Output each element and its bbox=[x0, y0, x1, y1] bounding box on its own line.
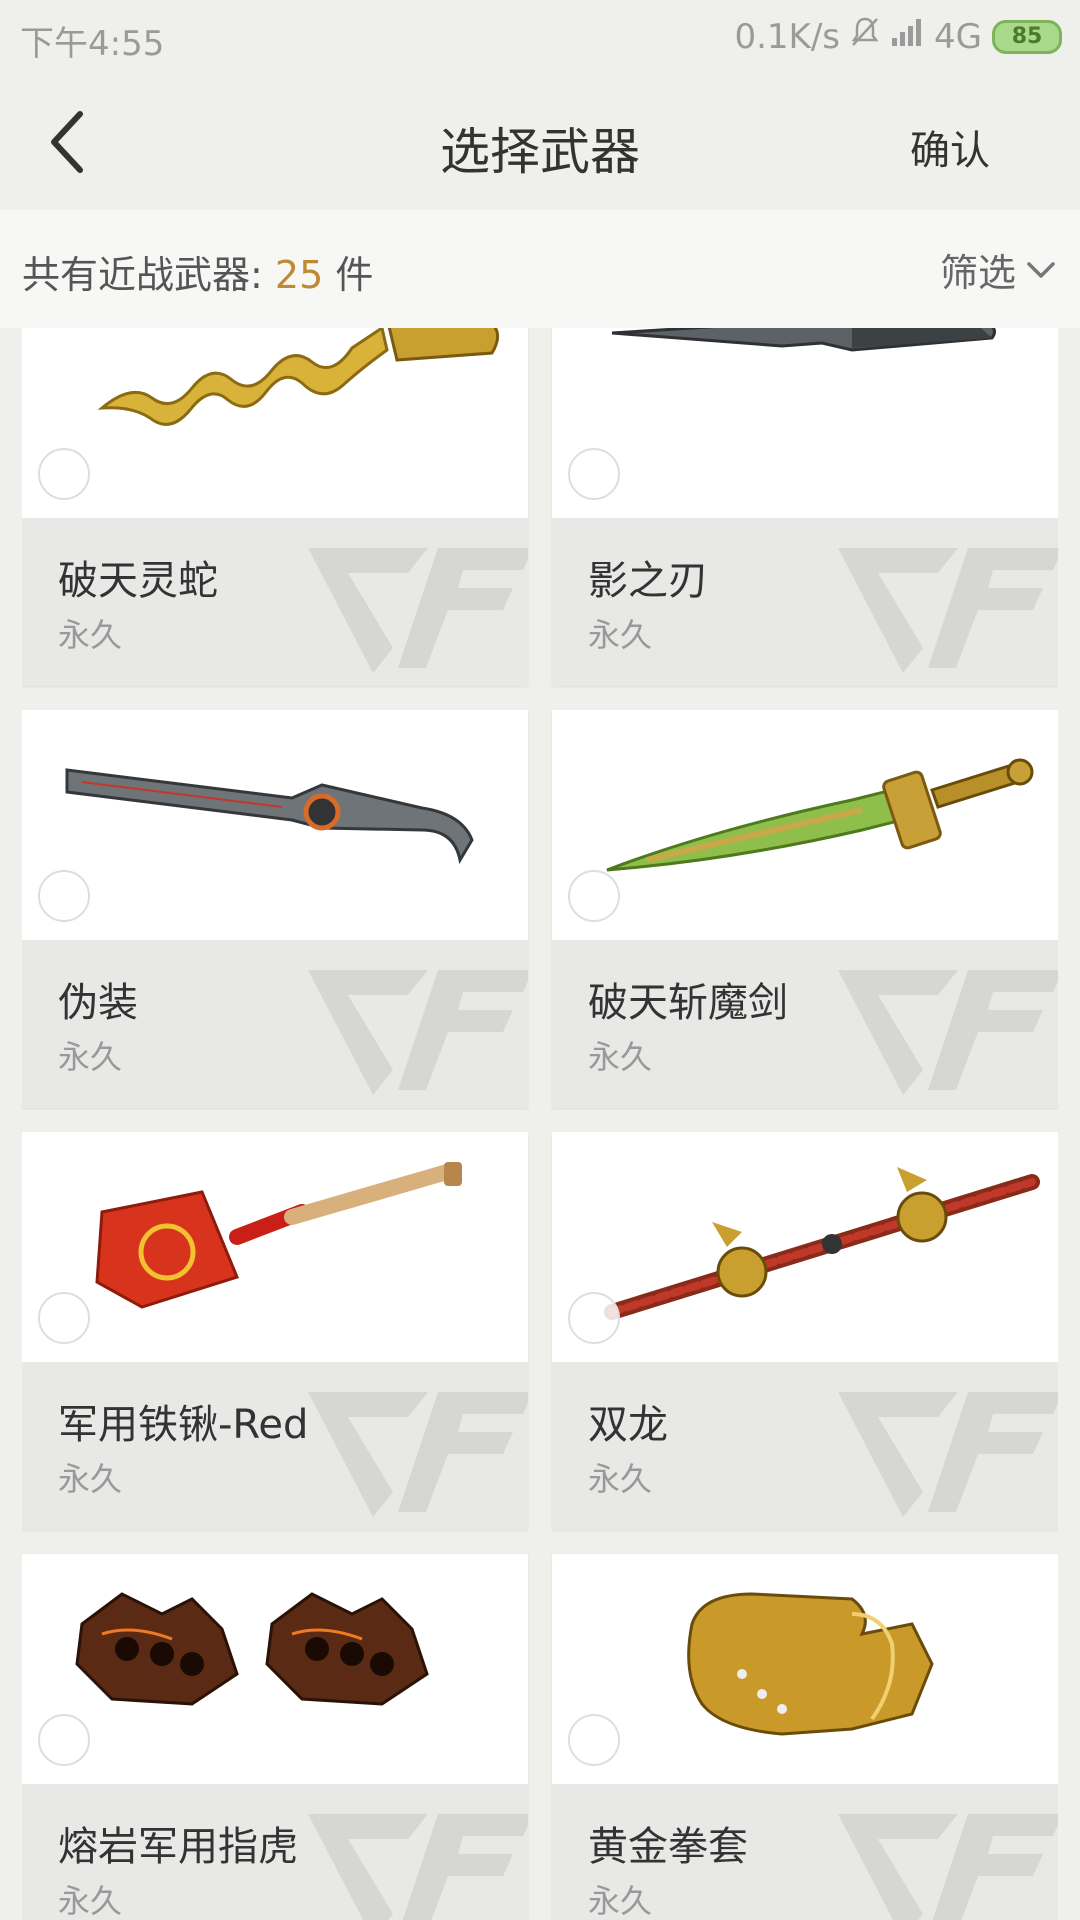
nav-bar: 选择武器 确认 bbox=[0, 74, 1080, 210]
cf-logo-watermark bbox=[308, 1814, 528, 1920]
weapon-card[interactable]: 军用铁锹-Red 永久 bbox=[22, 1132, 528, 1530]
select-radio[interactable] bbox=[568, 1292, 620, 1344]
weapon-image bbox=[22, 710, 528, 940]
count-unit: 件 bbox=[335, 253, 374, 297]
signal-icon bbox=[890, 16, 924, 57]
count-label: 共有近战武器: bbox=[22, 253, 263, 297]
weapon-image bbox=[552, 328, 1058, 518]
network-speed: 0.1K/s bbox=[734, 16, 841, 57]
weapon-name: 双龙 bbox=[588, 1402, 668, 1448]
weapon-info: 伪装 永久 bbox=[22, 940, 528, 1108]
status-icons: 0.1K/s 4G 85 bbox=[734, 16, 1062, 57]
weapon-name: 破天灵蛇 bbox=[58, 558, 218, 604]
cf-logo-watermark bbox=[838, 1814, 1058, 1920]
weapon-image bbox=[552, 1132, 1058, 1362]
cf-logo-watermark bbox=[308, 548, 528, 673]
weapon-grid: 破天灵蛇 永久 影之刃 永久 伪装 永久 破天斩魔剑 永久 军用铁锹-Red 永久 双龙 永久 熔岩军用… bbox=[22, 328, 1058, 1920]
weapon-name: 伪装 bbox=[58, 980, 138, 1026]
weapon-card[interactable]: 熔岩军用指虎 永久 bbox=[22, 1554, 528, 1920]
status-time: 下午4:55 bbox=[20, 24, 165, 64]
select-radio[interactable] bbox=[568, 448, 620, 500]
weapon-duration: 永久 bbox=[58, 1460, 123, 1498]
cf-logo-watermark bbox=[308, 1392, 528, 1517]
weapon-image bbox=[22, 328, 528, 518]
weapon-grid-inner: 破天灵蛇 永久 影之刃 永久 伪装 永久 破天斩魔剑 永久 军用铁锹-Red 永久 双龙 永久 熔岩军用… bbox=[22, 328, 1058, 1920]
cf-logo-watermark bbox=[838, 1392, 1058, 1517]
weapon-image bbox=[22, 1132, 528, 1362]
weapon-duration: 永久 bbox=[58, 1882, 123, 1920]
cf-logo-watermark bbox=[838, 548, 1058, 673]
golden-serpent-blade-icon bbox=[97, 328, 500, 426]
weapon-duration: 永久 bbox=[58, 1038, 123, 1076]
select-radio[interactable] bbox=[38, 870, 90, 922]
weapon-name: 熔岩军用指虎 bbox=[58, 1824, 298, 1870]
lava-knuckles-icon bbox=[75, 1592, 429, 1706]
network-type: 4G bbox=[934, 16, 982, 57]
weapon-image bbox=[552, 710, 1058, 940]
dark-knife-icon bbox=[611, 328, 996, 352]
confirm-button[interactable]: 确认 bbox=[910, 118, 990, 176]
weapon-info: 军用铁锹-Red 永久 bbox=[22, 1362, 528, 1530]
summary-row: 共有近战武器: 25 件 筛选 bbox=[0, 210, 1080, 328]
weapon-name: 影之刃 bbox=[588, 558, 708, 604]
chevron-down-icon bbox=[1027, 261, 1055, 278]
hooked-machete-icon bbox=[65, 768, 474, 865]
red-shovel-icon bbox=[95, 1162, 462, 1309]
weapon-info: 双龙 永久 bbox=[552, 1362, 1058, 1530]
weapon-info: 影之刃 永久 bbox=[552, 518, 1058, 686]
select-radio[interactable] bbox=[38, 1292, 90, 1344]
status-bar: 下午4:55 0.1K/s 4G 85 bbox=[0, 0, 1080, 74]
weapon-duration: 永久 bbox=[588, 1038, 653, 1076]
weapon-name: 军用铁锹-Red bbox=[58, 1402, 309, 1448]
weapon-info: 熔岩军用指虎 永久 bbox=[22, 1784, 528, 1920]
weapon-card[interactable]: 影之刃 永久 bbox=[552, 328, 1058, 686]
weapon-name: 破天斩魔剑 bbox=[588, 980, 788, 1026]
weapon-duration: 永久 bbox=[58, 616, 123, 654]
weapon-duration: 永久 bbox=[588, 1882, 653, 1920]
weapon-duration: 永久 bbox=[588, 1460, 653, 1498]
weapon-name: 黄金拳套 bbox=[588, 1824, 748, 1870]
select-radio[interactable] bbox=[568, 870, 620, 922]
golden-green-sword-icon bbox=[606, 758, 1034, 872]
filter-label: 筛选 bbox=[939, 251, 1016, 295]
weapon-duration: 永久 bbox=[588, 616, 653, 654]
select-radio[interactable] bbox=[38, 448, 90, 500]
weapon-info: 破天斩魔剑 永久 bbox=[552, 940, 1058, 1108]
count-value: 25 bbox=[274, 253, 324, 297]
select-radio[interactable] bbox=[38, 1714, 90, 1766]
cf-logo-watermark bbox=[838, 970, 1058, 1095]
weapon-count: 共有近战武器: 25 件 bbox=[22, 244, 373, 299]
weapon-image bbox=[552, 1554, 1058, 1784]
mute-bell-icon bbox=[850, 16, 880, 57]
select-radio[interactable] bbox=[568, 1714, 620, 1766]
weapon-info: 破天灵蛇 永久 bbox=[22, 518, 528, 686]
golden-gauntlet-icon bbox=[687, 1592, 934, 1736]
battery-icon: 85 bbox=[992, 19, 1062, 54]
weapon-info: 黄金拳套 永久 bbox=[552, 1784, 1058, 1920]
weapon-card[interactable]: 破天斩魔剑 永久 bbox=[552, 710, 1058, 1108]
weapon-card[interactable]: 双龙 永久 bbox=[552, 1132, 1058, 1530]
cf-logo-watermark bbox=[308, 970, 528, 1095]
filter-button[interactable]: 筛选 bbox=[940, 242, 1056, 297]
battery-level: 85 bbox=[1011, 24, 1043, 49]
double-dragon-staff-icon bbox=[604, 1167, 1040, 1320]
weapon-card[interactable]: 破天灵蛇 永久 bbox=[22, 328, 528, 686]
weapon-card[interactable]: 黄金拳套 永久 bbox=[552, 1554, 1058, 1920]
weapon-image bbox=[22, 1554, 528, 1784]
weapon-card[interactable]: 伪装 永久 bbox=[22, 710, 528, 1108]
